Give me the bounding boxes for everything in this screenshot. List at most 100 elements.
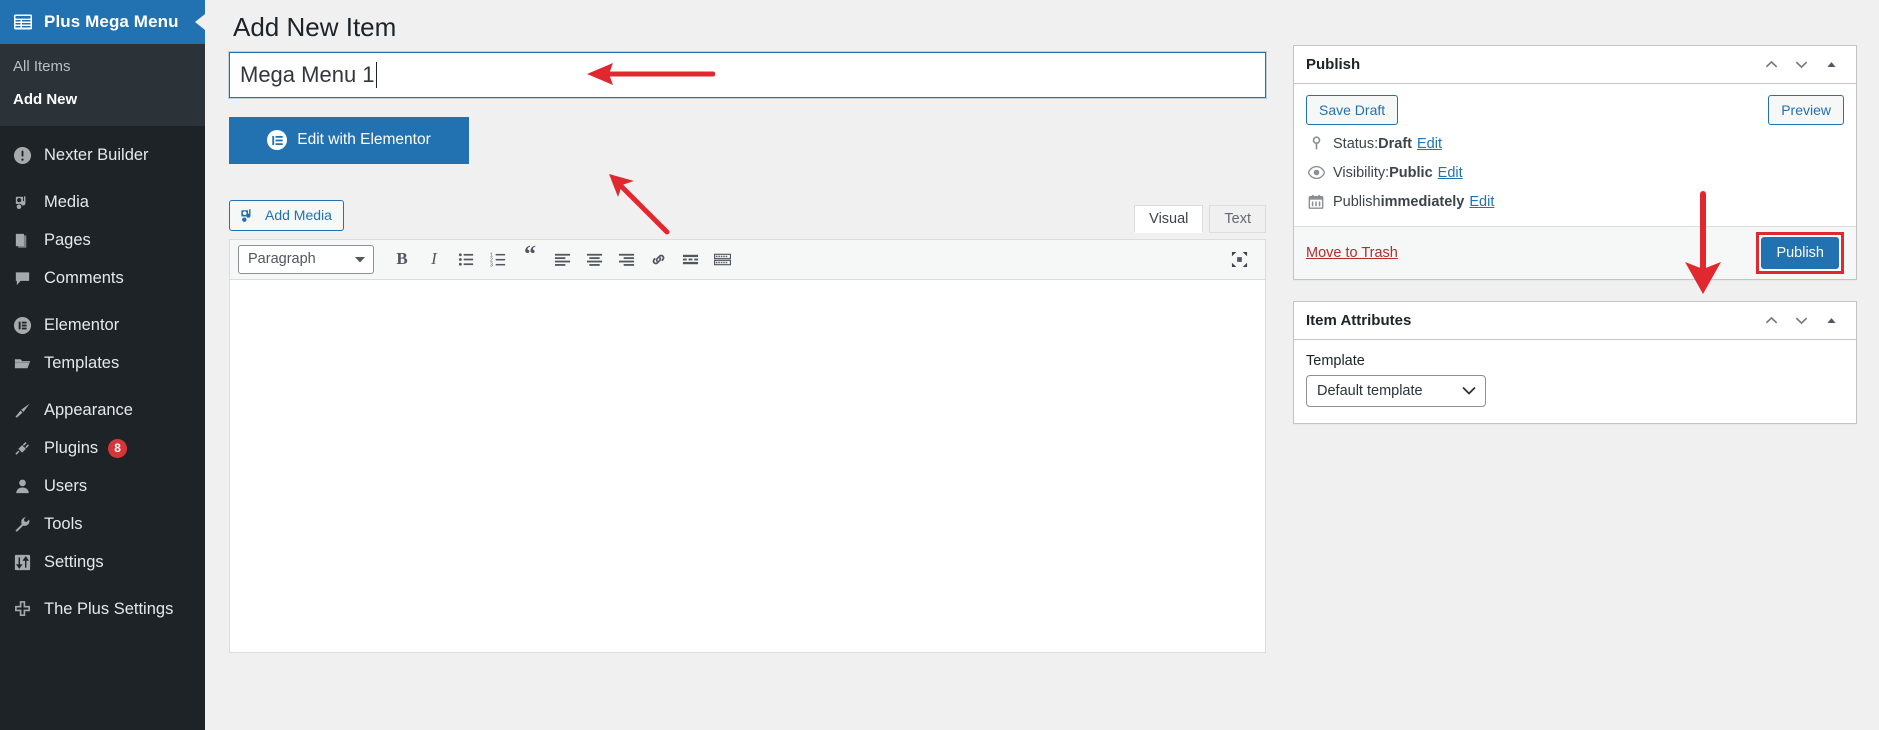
sidebar-item-label: Tools	[44, 514, 83, 533]
item-attributes-panel: Item Attributes Template Default templat…	[1293, 300, 1857, 424]
sidebar-item-plus-mega-menu[interactable]: Plus Mega Menu	[0, 0, 205, 44]
toolbar-toggle-icon[interactable]	[706, 244, 738, 274]
publish-time-row: Publish immediately Edit	[1294, 183, 1856, 212]
template-select[interactable]: Default template	[1306, 374, 1486, 407]
sidebar-item-pages[interactable]: Pages	[0, 221, 205, 259]
sidebar-header-label: Plus Mega Menu	[44, 12, 179, 31]
eye-icon	[1306, 163, 1326, 183]
tab-visual[interactable]: Visual	[1134, 204, 1204, 233]
key-icon	[1306, 134, 1326, 154]
paragraph-format-value: Paragraph	[248, 251, 316, 268]
add-media-icon	[239, 206, 258, 225]
status-prefix: Status:	[1333, 135, 1379, 152]
template-select-value: Default template	[1317, 382, 1423, 399]
sidebar-item-label: Plugins	[44, 438, 99, 457]
chevron-left-icon	[191, 0, 205, 44]
sidebar-item-label: Templates	[44, 353, 120, 372]
align-left-icon[interactable]	[546, 244, 578, 274]
status-edit-link[interactable]: Edit	[1417, 136, 1442, 152]
exclamation-circle-icon	[11, 144, 33, 166]
save-draft-button[interactable]: Save Draft	[1306, 94, 1399, 125]
sidebar-item-nexter-builder[interactable]: Nexter Builder	[0, 136, 205, 174]
sidebar-item-label: Comments	[44, 268, 124, 287]
sidebar-item-tools[interactable]: Tools	[0, 505, 205, 543]
sidebar-submenu: All Items Add New	[0, 44, 205, 126]
visibility-value: Public	[1389, 164, 1433, 181]
item-attributes-header: Item Attributes	[1294, 302, 1856, 340]
media-buttons-row: Add Media	[229, 199, 1269, 231]
sidebar-item-label: Pages	[44, 230, 91, 249]
editor-content-area[interactable]	[230, 279, 1265, 652]
plug-icon	[11, 437, 33, 459]
template-label: Template	[1306, 352, 1365, 369]
publish-time-edit-link[interactable]: Edit	[1469, 194, 1494, 210]
paragraph-format-select[interactable]: Paragraph	[238, 244, 374, 274]
chevron-down-icon	[1462, 383, 1476, 399]
sidebar-nav-list: Nexter Builder Media Pages Comments Elem…	[0, 126, 205, 628]
sidebar-item-settings[interactable]: Settings	[0, 543, 205, 581]
publish-button[interactable]: Publish	[1761, 236, 1839, 269]
add-media-label: Add Media	[265, 207, 332, 224]
publish-time-prefix: Publish	[1333, 193, 1381, 210]
mega-menu-icon	[13, 12, 33, 32]
sidebar-item-label: Users	[44, 476, 88, 495]
sidebar-item-the-plus-settings[interactable]: The Plus Settings	[0, 590, 205, 628]
add-media-button[interactable]: Add Media	[229, 199, 344, 231]
sidebar-item-comments[interactable]: Comments	[0, 259, 205, 297]
move-to-trash-link[interactable]: Move to Trash	[1306, 245, 1398, 261]
visibility-prefix: Visibility:	[1333, 164, 1390, 181]
sidebar-item-templates[interactable]: Templates	[0, 344, 205, 382]
tab-text[interactable]: Text	[1209, 204, 1266, 233]
toggle-panel-icon[interactable]	[1816, 305, 1846, 335]
sidebar-item-media[interactable]: Media	[0, 183, 205, 221]
sidebar-item-label: The Plus Settings	[44, 599, 174, 618]
move-up-icon[interactable]	[1756, 49, 1786, 79]
visibility-edit-link[interactable]: Edit	[1438, 165, 1463, 181]
sidebar-item-label: Elementor	[44, 315, 120, 334]
insert-link-icon[interactable]	[642, 244, 674, 274]
align-right-icon[interactable]	[610, 244, 642, 274]
post-title-value: Mega Menu 1	[240, 61, 375, 87]
move-down-icon[interactable]	[1786, 305, 1816, 335]
elementor-icon	[11, 314, 33, 336]
distraction-free-icon[interactable]	[1223, 244, 1255, 274]
sidebar-item-label: Appearance	[44, 400, 133, 419]
media-icon	[11, 191, 33, 213]
bulleted-list-icon[interactable]	[450, 244, 482, 274]
editor-toolbar: Paragraph B I 123 “	[230, 239, 1265, 280]
plugins-update-badge: 8	[108, 438, 128, 458]
bold-icon[interactable]: B	[386, 244, 418, 274]
editor-column: Mega Menu 1 Edit with Elementor Add Medi…	[229, 45, 1269, 653]
read-more-icon[interactable]	[674, 244, 706, 274]
comment-icon	[11, 267, 33, 289]
move-up-icon[interactable]	[1756, 305, 1786, 335]
status-row: Status: Draft Edit	[1294, 125, 1856, 154]
sidebar-item-elementor[interactable]: Elementor	[0, 306, 205, 344]
main-content-area: Add New Item Mega Menu 1 Edit with Eleme…	[205, 0, 1879, 730]
align-center-icon[interactable]	[578, 244, 610, 274]
item-attributes-body: Template Default template	[1294, 340, 1856, 423]
folder-icon	[11, 352, 33, 374]
text-caret	[375, 61, 378, 88]
blockquote-icon[interactable]: “	[514, 243, 546, 274]
preview-button[interactable]: Preview	[1768, 94, 1844, 125]
edit-with-elementor-button[interactable]: Edit with Elementor	[229, 116, 469, 164]
visibility-row: Visibility: Public Edit	[1294, 154, 1856, 183]
sidebar-item-appearance[interactable]: Appearance	[0, 391, 205, 429]
sidebar-item-all-items[interactable]: All Items	[0, 50, 205, 83]
page-title: Add New Item	[233, 12, 397, 42]
toggle-panel-icon[interactable]	[1816, 49, 1846, 79]
post-title-input[interactable]: Mega Menu 1	[229, 51, 1266, 98]
numbered-list-icon[interactable]: 123	[482, 244, 514, 274]
sidebar-item-plugins[interactable]: Plugins 8	[0, 429, 205, 467]
publish-top-actions: Save Draft Preview	[1294, 84, 1856, 125]
italic-icon[interactable]: I	[418, 244, 450, 274]
item-attributes-title: Item Attributes	[1306, 311, 1412, 329]
sidebar-item-label: Media	[44, 192, 89, 211]
sidebar-item-add-new[interactable]: Add New	[0, 83, 205, 116]
move-down-icon[interactable]	[1786, 49, 1816, 79]
status-value: Draft	[1378, 135, 1412, 152]
sidebar-item-users[interactable]: Users	[0, 467, 205, 505]
elementor-logo-icon	[267, 130, 288, 151]
publish-bottom-actions: Move to Trash Publish	[1294, 225, 1856, 279]
